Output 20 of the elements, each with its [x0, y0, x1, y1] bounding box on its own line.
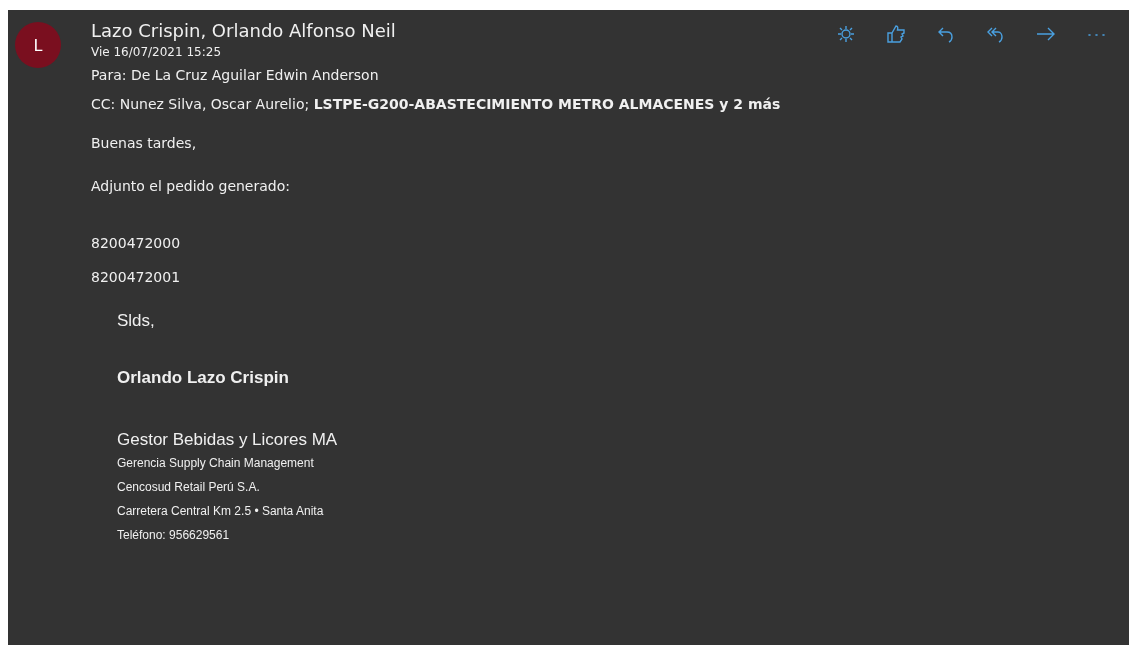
- signature-title: Gestor Bebidas y Licores MA: [117, 429, 339, 451]
- avatar: L: [15, 22, 61, 68]
- sun-icon[interactable]: [835, 24, 857, 44]
- cc-recipients: Nunez Silva, Oscar Aurelio; LSTPE-G200-ABASTECIMIENTO METRO ALMACENES y 2 más: [119, 96, 781, 112]
- to-recipient: De La Cruz Aguilar Edwin Anderson: [130, 67, 379, 83]
- order-number: 8200472000: [91, 234, 182, 253]
- signature-line: Cencosud Retail Perú S.A.: [117, 479, 261, 496]
- sent-date: Vie 16/07/2021 15:25: [91, 44, 223, 61]
- signature-line: Teléfono: 956629561: [117, 527, 231, 544]
- to-label: Para:: [91, 67, 127, 83]
- cc-label: CC:: [91, 96, 116, 112]
- signature-name: Orlando Lazo Crispin: [117, 367, 290, 389]
- message-text: Adjunto el pedido generado:: [91, 177, 291, 196]
- message-text: Buenas tardes,: [91, 134, 198, 153]
- signature-line: Gerencia Supply Chain Management: [117, 455, 315, 472]
- order-number: 8200472001: [91, 268, 182, 287]
- closing-text: Slds,: [117, 310, 156, 332]
- sender-name: Lazo Crispin, Orlando Alfonso Neil: [91, 19, 397, 43]
- like-icon[interactable]: [885, 24, 907, 44]
- signature-line: Carretera Central Km 2.5 • Santa Anita: [117, 503, 325, 520]
